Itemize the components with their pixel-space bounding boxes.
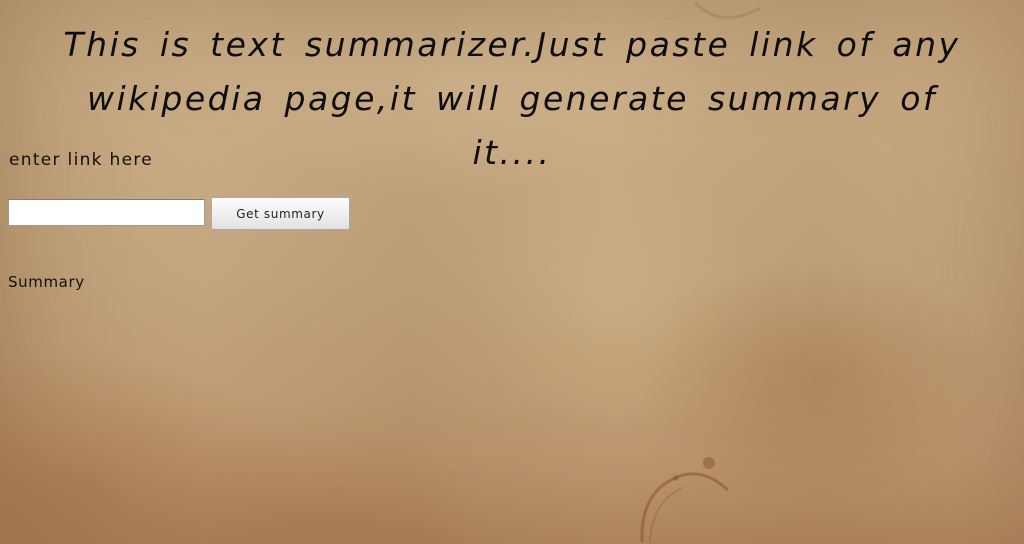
get-summary-button[interactable]: Get summary (211, 197, 350, 230)
summary-heading: Summary (8, 273, 85, 291)
link-field-label: enter link here (9, 150, 154, 170)
page-headline: This is text summarizer.Just paste link … (63, 25, 961, 172)
link-input[interactable] (8, 199, 205, 226)
coffee-ring-stain (640, 457, 730, 543)
paper-background: { "headline": { "text": "This is text su… (0, 0, 1024, 544)
